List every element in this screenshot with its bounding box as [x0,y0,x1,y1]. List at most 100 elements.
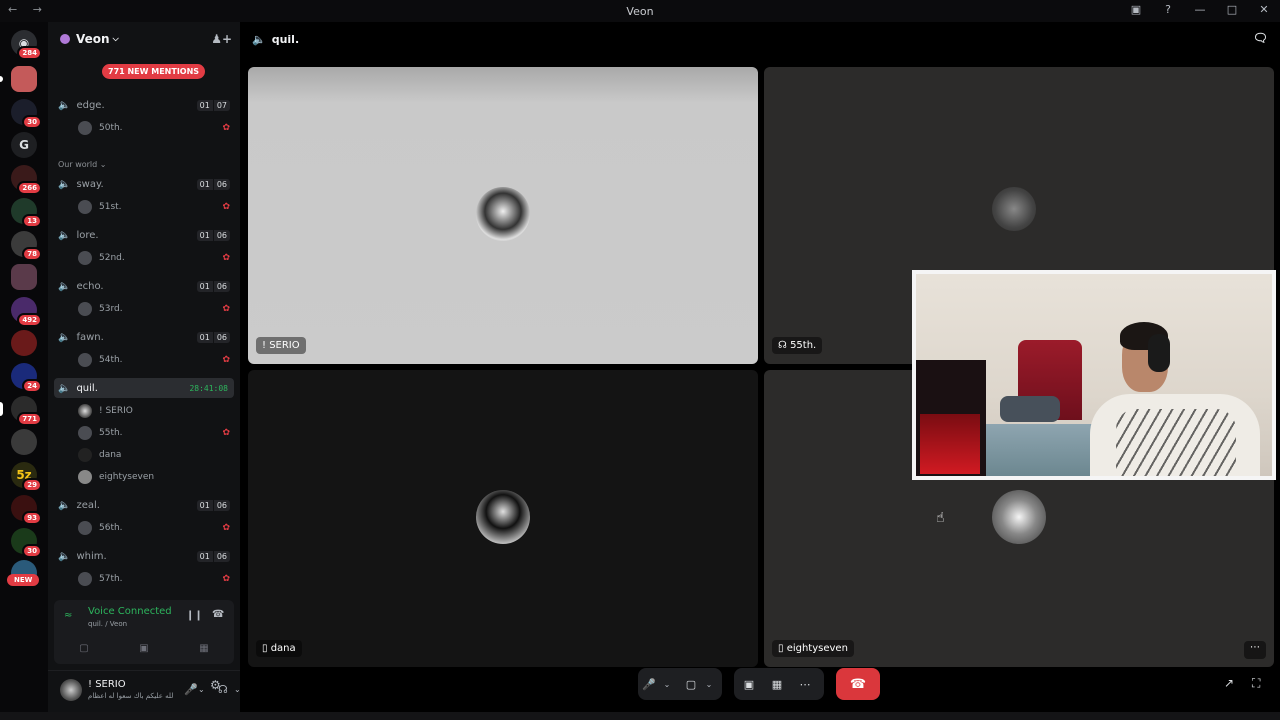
camera-off-icon[interactable]: ▢ [680,668,702,700]
deafened-icon: ✿ [222,123,230,133]
more-icon[interactable]: ⋯ [794,668,816,700]
guild-icon[interactable]: 30 [11,99,42,129]
server-header[interactable]: Veon ⌵ ♟+ [48,22,240,56]
guild-icon[interactable]: 13 [11,198,42,228]
guild-icon[interactable]: 78 [11,231,42,261]
category-header[interactable]: Our world ⌄ [58,160,106,169]
guild-icon[interactable] [11,264,37,290]
guild-icon[interactable]: 24 [11,363,42,393]
channel-quil-active[interactable]: 🔈 quil. 28:41:08 [54,378,234,398]
channel-fawn[interactable]: 🔈 fawn. 01 06 [54,327,234,347]
channel-echo[interactable]: 🔈 echo. 01 06 [54,276,234,296]
popout-icon[interactable]: ↗ [1224,676,1234,690]
guild-badge: 29 [22,478,42,492]
help-icon[interactable]: ? [1160,3,1176,16]
new-mentions-pill[interactable]: 771 NEW MENTIONS [102,64,206,79]
maximize-button[interactable]: □ [1224,3,1240,16]
server-icon [60,34,70,44]
new-badge[interactable]: NEW [7,574,40,586]
guild-icon[interactable]: 266 [11,165,42,195]
activities-icon[interactable]: ▦ [766,668,788,700]
fullscreen-icon[interactable]: ⛶ [1252,676,1260,691]
participant-avatar [476,187,530,241]
deafened-icon: ✿ [222,202,230,212]
user-count: 01 07 [196,99,230,111]
window-titlebar: ← → Veon ▣ ? — □ ✕ [0,0,1280,22]
microphone-icon[interactable]: 🎤 [638,668,660,700]
voice-status[interactable]: Voice Connected [88,606,172,617]
chat-icon[interactable]: 🗨 [1253,31,1268,45]
speaker-icon: 🔈 [58,331,71,343]
channel-edge[interactable]: 🔈 edge. 01 07 [54,95,234,115]
channel-sway[interactable]: 🔈 sway. 01 06 [54,174,234,194]
channel-lore[interactable]: 🔈 lore. 01 06 [54,225,234,245]
channel-member[interactable]: 51st. ✿ [78,198,234,216]
activities-icon[interactable]: ▦ [184,638,224,658]
screen-share-icon[interactable]: ▣ [738,668,760,700]
microphone-icon[interactable]: 🎤 [184,683,198,696]
channel-member[interactable]: dana [78,446,234,464]
channel-member[interactable]: 54th. ✿ [78,351,234,369]
guild-icon[interactable] [11,330,37,356]
participant-avatar [476,490,530,544]
channel-member[interactable]: 57th. ✿ [78,570,234,588]
participant-tile[interactable]: ! SERIO [248,67,758,364]
channel-member[interactable]: eightyseven [78,468,234,486]
add-member-icon[interactable]: ♟+ [211,32,232,46]
channel-member[interactable]: 53rd. ✿ [78,300,234,318]
inbox-icon[interactable]: ▣ [1128,3,1144,16]
call-controls: 🎤 ⌄ ▢ ⌄ ▣ ▦ ⋯ ☎ ↗ ⛶ [240,666,1280,706]
channel-zeal[interactable]: 🔈 zeal. 01 06 [54,495,234,515]
signal-icon[interactable]: ≈ [64,610,72,621]
disconnect-icon[interactable]: ☎ [212,609,224,620]
speaker-icon: 🔈 [58,550,71,562]
guild-badge: 78 [22,247,42,261]
extra-controls: ▣ ▦ ⋯ [734,668,824,700]
avatar [78,521,92,535]
leave-call-button[interactable]: ☎ [836,668,880,700]
mobile-icon: ▯ [262,643,271,654]
participant-tile[interactable]: ▯ dana [248,370,758,667]
media-controls: 🎤 ⌄ ▢ ⌄ [638,668,722,700]
close-button[interactable]: ✕ [1256,3,1272,16]
channel-member[interactable]: 56th. ✿ [78,519,234,537]
speaker-icon: 🔈 [252,32,266,46]
channel-member[interactable]: ! SERIO [78,402,234,420]
participant-label: ! SERIO [256,337,306,354]
custom-status: الله عليكم باك سعوا له اعظام [88,692,174,700]
guild-icon[interactable]: 30 [11,528,42,558]
guild-icon-veon[interactable]: 771 [0,396,42,426]
guild-icon[interactable]: 492 [11,297,42,327]
mobile-icon: ▯ [778,643,787,654]
avatar [78,470,92,484]
avatar[interactable] [60,679,82,701]
voice-location[interactable]: quil. / Veon [88,620,127,628]
chevron-down-icon[interactable]: ⌄ [198,685,205,694]
speaker-icon: 🔈 [58,499,71,511]
channel-whim[interactable]: 🔈 whim. 01 06 [54,546,234,566]
camera-off-icon[interactable]: ▢ [64,638,104,658]
guild-badge: 266 [17,181,42,195]
username[interactable]: ! SERIO [88,679,126,690]
channel-member[interactable]: 52nd. ✿ [78,249,234,267]
guild-icon[interactable]: 93 [11,495,42,525]
chevron-down-icon[interactable]: ⌄ [660,668,674,700]
channel-name: quil. [76,382,98,394]
discord-home-icon[interactable]: ◉ 284 [11,30,42,60]
channel-member[interactable]: 50th. ✿ [78,119,234,137]
guild-icon[interactable]: G [11,132,37,158]
call-header: 🔈 quil. 🗨 [240,22,1280,56]
webcam-overlay[interactable] [912,270,1276,480]
channel-member[interactable]: 55th. ✿ [78,424,234,442]
more-options-button[interactable]: ⋯ [1244,641,1266,659]
guild-icon[interactable] [0,66,37,92]
avatar [78,448,92,462]
minimize-button[interactable]: — [1192,3,1208,16]
screen-share-icon[interactable]: ▣ [124,638,164,658]
guild-icon[interactable] [11,429,37,455]
guild-icon[interactable]: 5z 29 [11,462,42,492]
noise-suppression-icon[interactable]: ❙❙ [186,610,203,621]
participant-avatar [992,187,1036,231]
settings-gear-icon[interactable]: ⚙ [210,678,221,692]
chevron-down-icon[interactable]: ⌄ [702,668,716,700]
